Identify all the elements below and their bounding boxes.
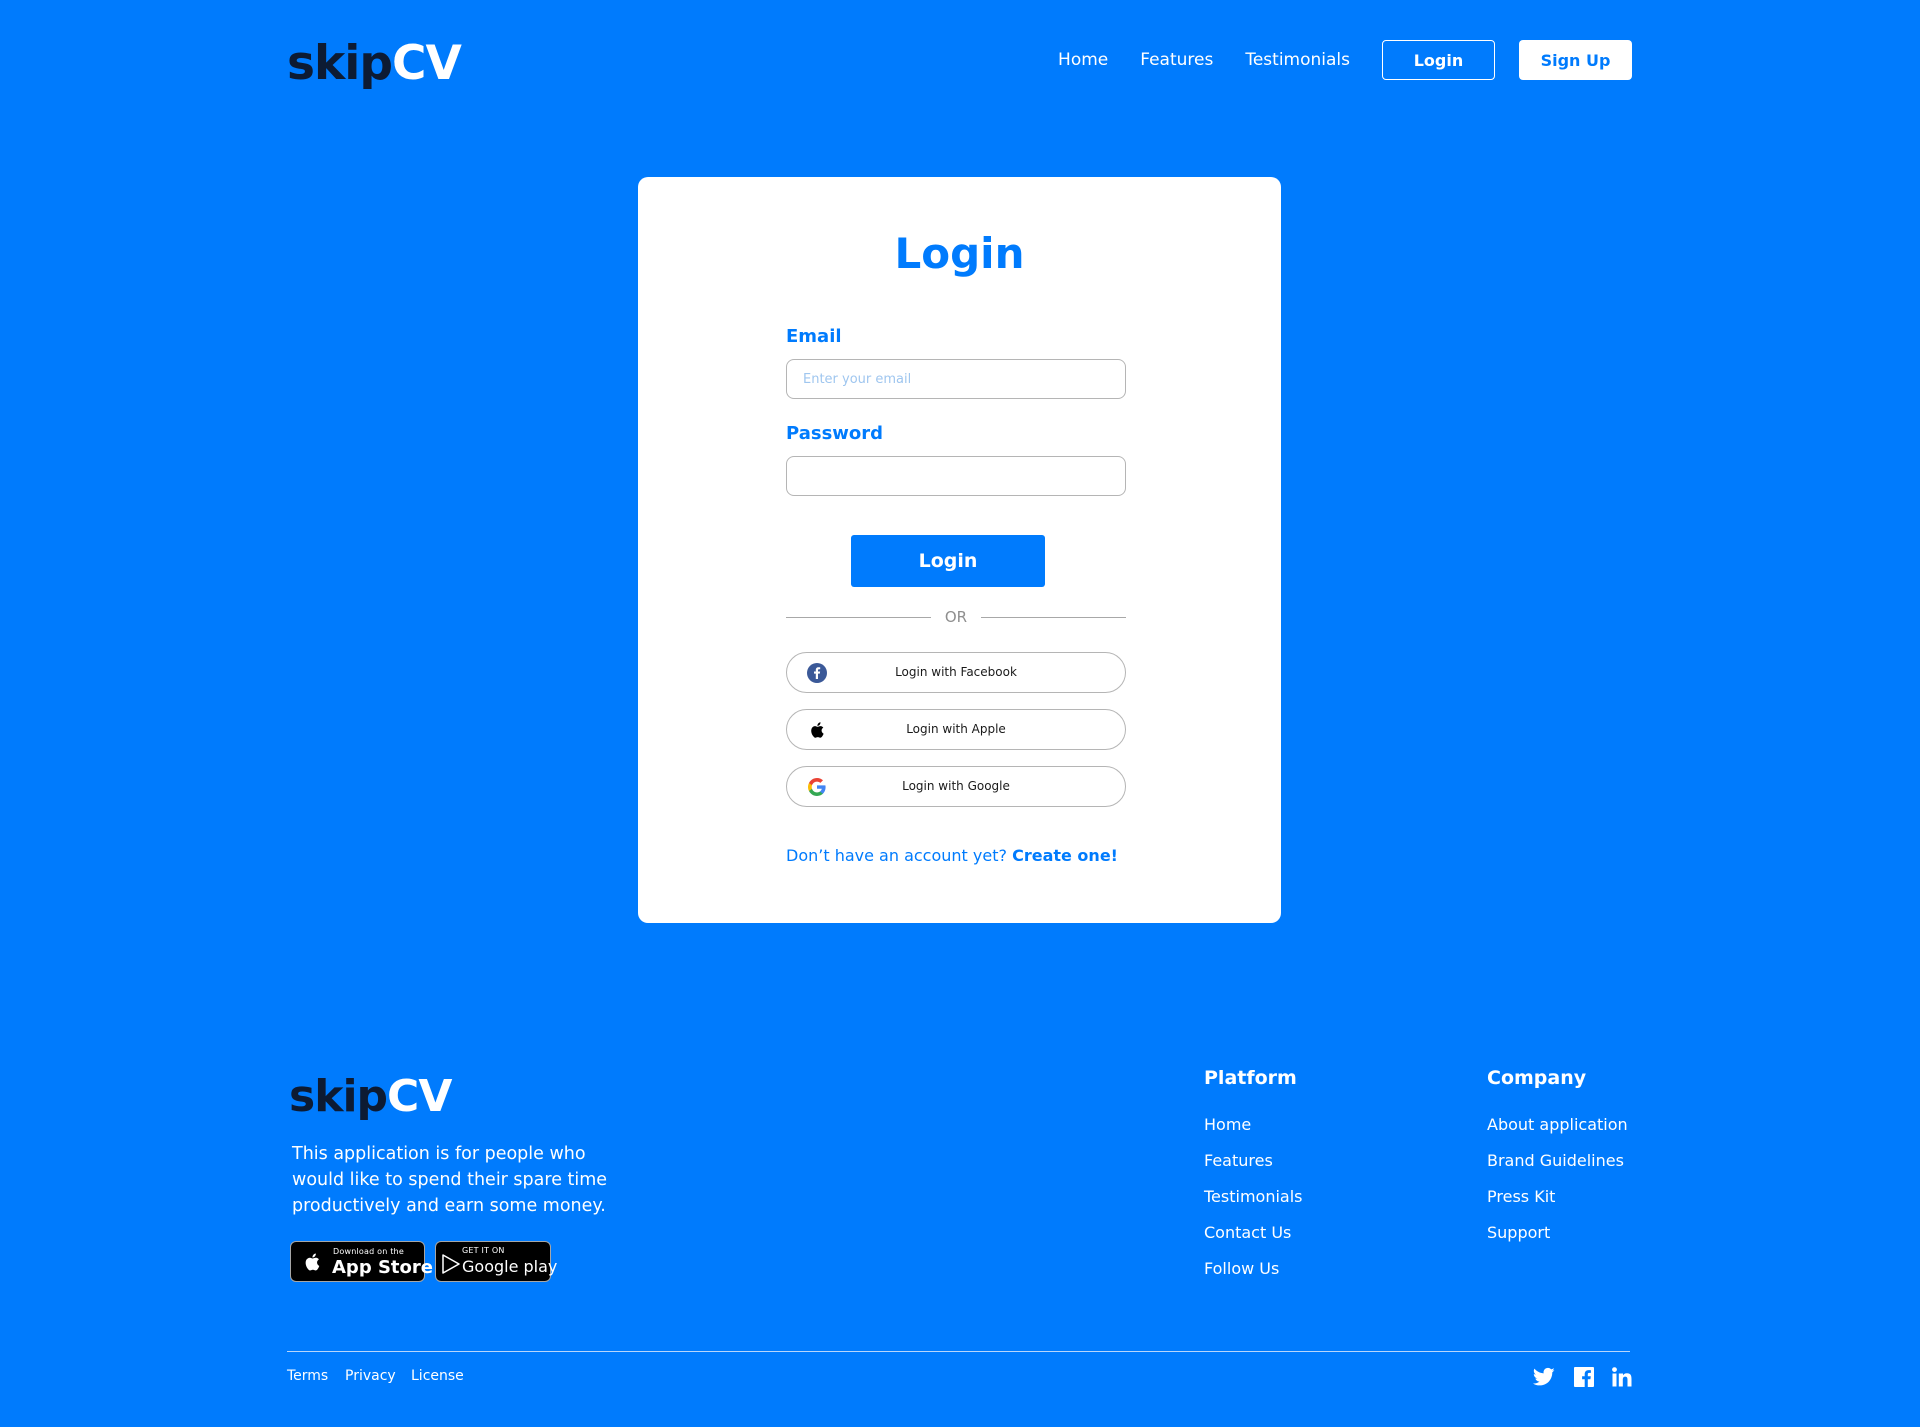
app-store-badge[interactable]: Download on the App Store [290, 1241, 433, 1282]
create-account-link[interactable]: Create one! [1012, 846, 1118, 865]
legal-terms[interactable]: Terms [287, 1368, 328, 1384]
footer-link-brand[interactable]: Brand Guidelines [1487, 1151, 1624, 1170]
nav-features[interactable]: Features [1140, 50, 1213, 70]
legal-privacy[interactable]: Privacy [345, 1368, 396, 1384]
apple-icon [305, 1253, 320, 1271]
footer-description: This application is for people who would… [292, 1144, 608, 1216]
footer-link-contact[interactable]: Contact Us [1204, 1223, 1291, 1242]
nav-login-button[interactable]: Login [1382, 40, 1495, 80]
google-play-small-text: GET IT ON [462, 1246, 505, 1255]
linkedin-icon[interactable] [1612, 1367, 1632, 1387]
logo-part-cv: CV [392, 36, 462, 91]
play-icon [442, 1254, 460, 1274]
password-label: Password [786, 423, 884, 444]
header-logo[interactable]: skipCV [287, 36, 462, 91]
signup-prompt: Don’t have an account yet? Create one! [786, 846, 1118, 865]
footer-link-support[interactable]: Support [1487, 1223, 1550, 1242]
platform-title: Platform [1204, 1067, 1297, 1089]
company-title: Company [1487, 1067, 1587, 1089]
footer-divider [287, 1351, 1630, 1352]
login-facebook-button[interactable]: Login with Facebook [786, 652, 1126, 693]
login-title: Login [894, 229, 1025, 278]
footer-link-features[interactable]: Features [1204, 1151, 1273, 1170]
footer-logo-part-cv: CV [387, 1071, 452, 1122]
nav-home[interactable]: Home [1058, 50, 1108, 70]
or-line-right [981, 617, 1126, 618]
nav-signup-button[interactable]: Sign Up [1519, 40, 1632, 80]
google-play-badge[interactable]: GET IT ON Google play [435, 1241, 557, 1282]
facebook-icon[interactable] [1574, 1367, 1594, 1387]
apple-label: Login with Apple [906, 722, 1006, 736]
footer-link-about[interactable]: About application [1487, 1115, 1628, 1134]
nav-testimonials[interactable]: Testimonials [1245, 50, 1350, 70]
footer-link-follow[interactable]: Follow Us [1204, 1259, 1279, 1278]
password-field[interactable] [786, 456, 1126, 496]
app-store-small-text: Download on the [333, 1247, 404, 1256]
top-nav: Home Features Testimonials Login Sign Up [1058, 40, 1632, 80]
facebook-label: Login with Facebook [895, 665, 1017, 679]
twitter-icon[interactable] [1533, 1367, 1555, 1387]
login-google-button[interactable]: Login with Google [786, 766, 1126, 807]
no-account-text: Don’t have an account yet? [786, 846, 1007, 865]
or-divider: OR [786, 607, 1126, 627]
logo-part-skip: skip [287, 36, 393, 91]
login-submit-button[interactable]: Login [851, 535, 1045, 587]
footer-link-presskit[interactable]: Press Kit [1487, 1187, 1555, 1206]
footer-link-home[interactable]: Home [1204, 1115, 1251, 1134]
login-apple-button[interactable]: Login with Apple [786, 709, 1126, 750]
app-store-big-text: App Store [332, 1257, 433, 1278]
login-card: Login Email Password Login OR Login with… [638, 177, 1281, 923]
footer-logo-part-skip: skip [289, 1071, 388, 1122]
footer-logo[interactable]: skipCV [289, 1071, 452, 1122]
email-field[interactable] [786, 359, 1126, 399]
email-label: Email [786, 326, 842, 347]
google-label: Login with Google [902, 779, 1010, 793]
footer-link-testimonials[interactable]: Testimonials [1204, 1187, 1303, 1206]
google-play-big-text: Google play [462, 1257, 558, 1276]
legal-license[interactable]: License [411, 1368, 464, 1384]
